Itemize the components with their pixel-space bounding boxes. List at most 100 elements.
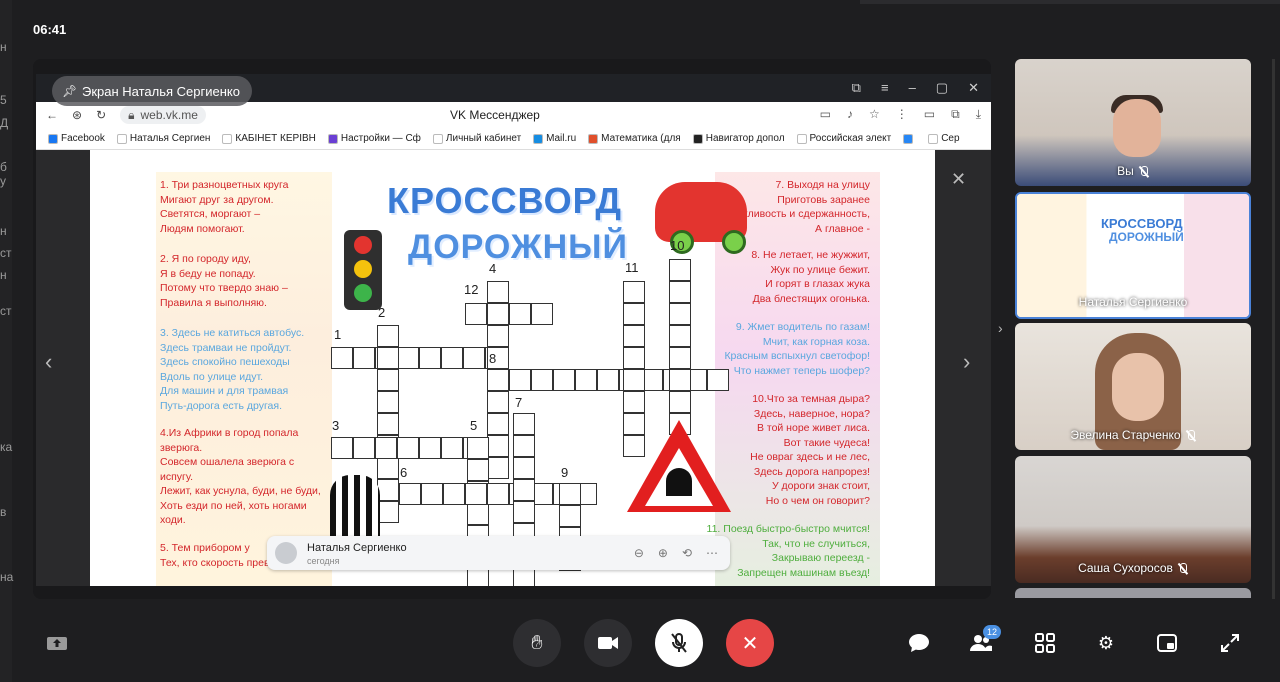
background-text-fragment: н — [0, 268, 7, 282]
background-text-fragment: б у — [0, 160, 7, 188]
background-window-strip — [860, 0, 1280, 4]
crossword-cell — [531, 303, 553, 325]
chat-button[interactable] — [906, 630, 932, 656]
microphone-button[interactable] — [655, 619, 703, 667]
message-preview[interactable]: Наталья Сергиенко сегодня ⊖ ⊕ ⟲ ⋯ — [267, 536, 730, 570]
call-timer: 06:41 — [33, 22, 67, 37]
mic-off-icon — [671, 633, 687, 653]
screen-share-stage[interactable]: ⧉ ≡ – ▢ ✕ ← ⊛ ↻ 🔒︎ web.vk.me VK Мессендж… — [33, 59, 991, 599]
bookmark-favicon-icon — [588, 133, 599, 144]
crossword-number: 6 — [400, 465, 408, 480]
camera-button[interactable] — [584, 619, 632, 667]
sidebar-scrollbar[interactable] — [1272, 59, 1275, 599]
zoom-in-icon[interactable]: ⊕ — [658, 546, 668, 560]
bookmark-item: Наталья Сергиен — [116, 133, 210, 144]
extensions-icon: ≡ — [880, 80, 889, 95]
crossword-cell — [623, 281, 645, 303]
viewer-close-icon: ✕ — [951, 169, 967, 189]
camera-icon: ▭ — [819, 107, 831, 121]
pip-icon — [1157, 634, 1177, 652]
participant-name: Саша Сухоросов — [1015, 561, 1251, 575]
grid-icon — [1035, 633, 1055, 653]
bookmark-label: Настройки — Сф — [340, 133, 421, 144]
message-time: сегодня — [307, 556, 340, 566]
share-screen-button[interactable] — [44, 630, 70, 656]
crossword-cell — [559, 505, 581, 527]
raise-hand-button[interactable]: ✋︎ — [513, 619, 561, 667]
prev-arrow-icon: ‹ — [45, 349, 53, 374]
bookmark-label: Сер — [941, 133, 960, 144]
pin-icon[interactable]: 📌︎ — [62, 85, 77, 97]
layout-grid-button[interactable] — [1032, 630, 1058, 656]
background-text-fragment: ст — [0, 304, 12, 318]
crossword-cell — [487, 325, 509, 347]
bookmark-item: Mail.ru — [533, 133, 576, 144]
mic-muted-icon — [1185, 429, 1196, 441]
crossword-cell — [377, 347, 399, 369]
avatar — [275, 542, 297, 564]
participant-tile-presenter[interactable]: КРОССВОРД ДОРОЖНЫЙ Наталья Сергиенко — [1015, 192, 1251, 319]
crossword-cell — [623, 369, 645, 391]
url-text: web.vk.me — [140, 108, 198, 122]
bookmark-favicon-icon — [116, 133, 127, 144]
crossword-cell — [465, 303, 487, 325]
crossword-cell — [443, 483, 465, 505]
bookmark-favicon-icon — [796, 133, 807, 144]
crossword-number: 2 — [378, 305, 386, 320]
url-field: 🔒︎ web.vk.me — [120, 106, 206, 124]
crossword-cell — [487, 281, 509, 303]
zoom-out-icon[interactable]: ⊖ — [634, 546, 644, 560]
participant-tile-self[interactable]: Вы — [1015, 59, 1251, 186]
crossword-cell — [397, 437, 419, 459]
crossword-number: 5 — [470, 418, 478, 433]
participant-tile[interactable]: Эвелина Старченко — [1015, 323, 1251, 450]
crossword-cell — [441, 437, 463, 459]
crossword-cell — [559, 483, 581, 505]
crossword-cell — [623, 325, 645, 347]
collapse-sidebar-icon[interactable]: › — [998, 320, 1003, 336]
close-icon: ✕ — [968, 80, 979, 95]
bookmark-item: Facebook — [48, 133, 105, 144]
more-icon[interactable]: ⋯ — [706, 546, 718, 560]
thumbnail-title: КРОССВОРД — [1101, 216, 1183, 231]
fullscreen-button[interactable] — [1217, 630, 1243, 656]
back-icon: ← — [46, 108, 58, 122]
crossword-number: 10 — [670, 238, 685, 253]
crossword-number: 3 — [332, 418, 340, 433]
bookmark-favicon-icon — [903, 133, 914, 144]
minimize-icon: – — [908, 80, 916, 95]
bookmark-label: Mail.ru — [546, 133, 577, 144]
bookmark-item: Сер — [928, 133, 960, 144]
settings-button[interactable]: ⚙︎ — [1093, 630, 1119, 656]
participants-count-badge: 12 — [983, 625, 1002, 639]
crossword-cell — [513, 435, 535, 457]
crossword-cell — [669, 369, 691, 391]
crossword-number: 9 — [561, 465, 569, 480]
crossword-cell — [487, 413, 509, 435]
crossword-cell — [377, 457, 399, 479]
crossword-number: 11 — [625, 260, 639, 275]
bookmark-label: КАБІНЕТ КЕРІВН — [235, 133, 316, 144]
participant-tile-partial[interactable] — [1015, 588, 1251, 598]
background-text-fragment: ст — [0, 246, 12, 260]
crossword-cell — [513, 479, 535, 501]
crossword-cell — [669, 281, 691, 303]
crossword-cell — [421, 483, 443, 505]
end-call-button[interactable]: ✕ — [726, 619, 774, 667]
background-text-fragment: на — [0, 570, 14, 584]
participant-tile[interactable]: Саша Сухоросов — [1015, 456, 1251, 583]
screen-share-label: 📌︎ Экран Наталья Сергиенко — [52, 76, 252, 106]
share-label-text: Экран Наталья Сергиенко — [82, 83, 240, 99]
mic-muted-icon — [1177, 562, 1188, 574]
crossword-cell — [377, 501, 399, 523]
participant-name: Эвелина Старченко — [1015, 428, 1251, 442]
crossword-number: 7 — [515, 395, 523, 410]
bookmark-favicon-icon — [222, 133, 233, 144]
crossword-cell — [463, 347, 485, 369]
bookmark-item: Российская элект — [796, 133, 891, 144]
participant-name: Вы — [1015, 164, 1251, 178]
crossword-cell — [353, 347, 375, 369]
rotate-icon[interactable]: ⟲ — [682, 546, 692, 560]
crossword-grid: 1 2 3 4 5 6 7 8 9 10 11 12 — [90, 150, 935, 586]
picture-in-picture-button[interactable] — [1154, 630, 1180, 656]
